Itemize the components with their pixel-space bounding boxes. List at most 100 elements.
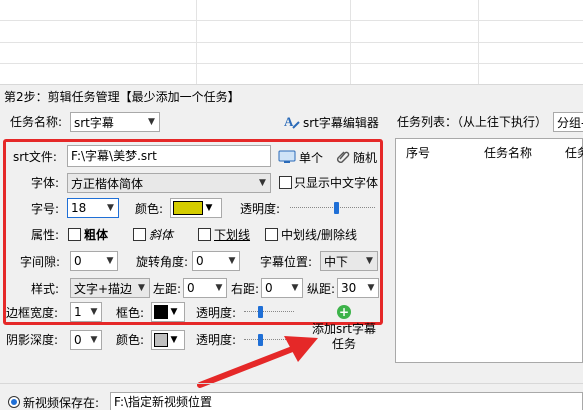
spacing-spinner[interactable]: 0 ▼ bbox=[70, 251, 118, 271]
radio-dot bbox=[11, 399, 17, 405]
shadow-depth-spinner[interactable]: 0 ▼ bbox=[70, 330, 102, 350]
svg-text:A: A bbox=[284, 114, 294, 129]
chevron-down-icon: ▼ bbox=[107, 203, 114, 213]
chevron-down-icon: ▼ bbox=[90, 307, 98, 317]
shadow-color-label: 颜色: bbox=[116, 333, 145, 347]
bold-label: 粗体 bbox=[84, 228, 109, 242]
single-file-button[interactable]: 单个 bbox=[278, 147, 323, 167]
spacing-label: 字间隙: bbox=[20, 255, 61, 269]
save-location-label: 新视频保存在: bbox=[23, 396, 100, 410]
vertical-margin-spinner[interactable]: 30 ▼ bbox=[337, 278, 379, 298]
attributes-label: 属性: bbox=[31, 228, 60, 242]
right-margin-label: 右距: bbox=[231, 282, 260, 296]
group-select[interactable]: 分组- bbox=[553, 112, 583, 132]
italic-label: 斜体 bbox=[149, 228, 174, 242]
only-chinese-label: 只显示中文字体 bbox=[294, 176, 379, 190]
chevron-down-icon: ▼ bbox=[148, 117, 155, 127]
column-header-index: 序号 bbox=[406, 146, 431, 160]
subtitle-position-select[interactable]: 中下 ▼ bbox=[320, 251, 378, 271]
chevron-down-icon: ▼ bbox=[170, 335, 178, 345]
font-color-picker[interactable]: ▼ bbox=[170, 198, 222, 218]
underline-checkbox[interactable] bbox=[198, 228, 211, 241]
border-opacity-slider[interactable] bbox=[244, 305, 294, 319]
font-size-label: 字号: bbox=[31, 202, 60, 216]
strike-label: 中划线/删除线 bbox=[281, 228, 358, 242]
border-color-swatch bbox=[154, 305, 168, 319]
border-color-label: 框色: bbox=[116, 306, 145, 320]
top-grid-area bbox=[0, 0, 583, 84]
chevron-down-icon: ▼ bbox=[291, 283, 299, 293]
slider-thumb[interactable] bbox=[258, 306, 263, 318]
text-edit-icon: A bbox=[284, 114, 300, 129]
task-list-label: 任务列表：（从上往下执行） bbox=[397, 115, 548, 129]
chevron-down-icon: ▼ bbox=[90, 335, 98, 345]
strike-checkbox[interactable] bbox=[265, 228, 278, 241]
divider bbox=[0, 383, 583, 384]
random-file-label: 随机 bbox=[353, 150, 378, 165]
chevron-down-icon: ▼ bbox=[228, 256, 236, 266]
font-label: 字体: bbox=[31, 176, 60, 190]
chevron-down-icon: ▼ bbox=[367, 283, 375, 293]
style-select[interactable]: 文字+描边 ▼ bbox=[70, 278, 150, 298]
font-color-swatch bbox=[173, 201, 203, 215]
left-margin-spinner[interactable]: 0 ▼ bbox=[183, 278, 227, 298]
add-icon[interactable]: + bbox=[337, 305, 351, 319]
red-arrow-annotation bbox=[197, 336, 318, 388]
step2-title: 第2步：剪辑任务管理【最少添加一个任务】 bbox=[4, 90, 240, 104]
group-value: 分组- bbox=[557, 115, 583, 130]
chevron-down-icon: ▼ bbox=[138, 283, 145, 293]
vertical-margin-value: 30 bbox=[341, 281, 357, 295]
column-header-task: 任务 bbox=[565, 146, 583, 160]
font-select[interactable]: 方正楷体简体 ▼ bbox=[67, 173, 271, 193]
save-location-input[interactable]: F:\指定新视频位置 bbox=[110, 392, 583, 410]
task-name-label: 任务名称: bbox=[10, 115, 63, 129]
random-file-button[interactable]: 随机 bbox=[336, 147, 377, 167]
shadow-depth-value: 0 bbox=[74, 333, 82, 347]
bold-checkbox[interactable] bbox=[68, 228, 81, 241]
border-width-label: 边框宽度: bbox=[6, 306, 59, 320]
chevron-down-icon: ▼ bbox=[259, 178, 266, 188]
subtitle-position-label: 字幕位置: bbox=[260, 255, 313, 269]
shadow-color-swatch bbox=[154, 333, 168, 347]
style-value: 文字+描边 bbox=[74, 281, 133, 296]
chevron-down-icon: ▼ bbox=[170, 307, 178, 317]
srt-editor-button[interactable]: A srt字幕编辑器 bbox=[284, 112, 379, 132]
vertical-margin-label: 纵距: bbox=[307, 282, 336, 296]
font-size-value: 18 bbox=[71, 201, 87, 215]
paperclip-icon bbox=[337, 151, 350, 163]
chevron-down-icon: ▼ bbox=[205, 203, 213, 213]
column-header-task-name: 任务名称 bbox=[484, 146, 533, 160]
shadow-depth-label: 阴影深度: bbox=[6, 333, 59, 347]
rotation-spinner[interactable]: 0 ▼ bbox=[192, 251, 240, 271]
border-opacity-label: 透明度: bbox=[196, 306, 237, 320]
monitor-icon bbox=[278, 150, 296, 163]
underline-label: 下划线 bbox=[214, 228, 251, 242]
chevron-down-icon: ▼ bbox=[366, 256, 373, 266]
slider-track bbox=[290, 207, 375, 208]
task-list[interactable]: 序号 任务名称 任务 bbox=[395, 138, 583, 363]
only-chinese-checkbox[interactable] bbox=[279, 176, 292, 189]
rotation-label: 旋转角度: bbox=[136, 255, 189, 269]
srt-editor-label: srt字幕编辑器 bbox=[303, 115, 379, 130]
italic-checkbox[interactable] bbox=[133, 228, 146, 241]
srt-file-input[interactable]: F:\字幕\美梦.srt bbox=[67, 145, 271, 167]
single-file-label: 单个 bbox=[299, 150, 324, 165]
spacing-value: 0 bbox=[74, 254, 82, 268]
left-margin-label: 左距: bbox=[153, 282, 182, 296]
font-opacity-slider[interactable] bbox=[290, 201, 375, 215]
right-margin-spinner[interactable]: 0 ▼ bbox=[261, 278, 303, 298]
chevron-down-icon: ▼ bbox=[215, 283, 223, 293]
font-opacity-label: 透明度: bbox=[240, 202, 281, 216]
left-margin-value: 0 bbox=[187, 281, 195, 295]
font-size-select[interactable]: 18 ▼ bbox=[67, 198, 119, 218]
task-name-select[interactable]: srt字幕 ▼ bbox=[70, 112, 160, 132]
border-color-picker[interactable]: ▼ bbox=[151, 302, 185, 322]
border-width-spinner[interactable]: 1 ▼ bbox=[70, 302, 102, 322]
border-width-value: 1 bbox=[74, 305, 82, 319]
slider-thumb[interactable] bbox=[334, 202, 339, 214]
right-margin-value: 0 bbox=[265, 281, 273, 295]
save-location-radio[interactable] bbox=[8, 396, 20, 408]
rotation-value: 0 bbox=[196, 254, 204, 268]
font-value: 方正楷体简体 bbox=[71, 176, 144, 191]
font-color-label: 颜色: bbox=[135, 202, 164, 216]
